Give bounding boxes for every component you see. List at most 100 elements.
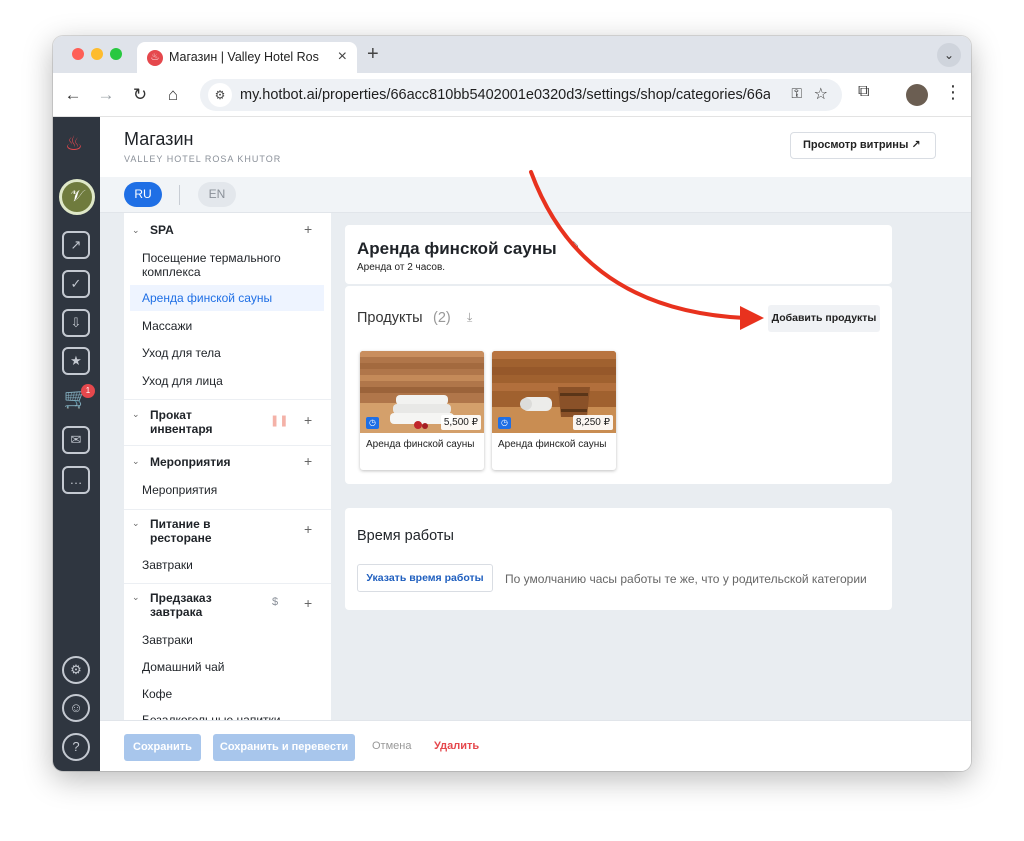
key-icon[interactable]: ⚿ xyxy=(791,85,802,102)
new-tab-button[interactable]: + xyxy=(367,43,379,66)
delete-button[interactable]: Удалить xyxy=(434,740,479,752)
sidebar-item[interactable]: Завтраки xyxy=(130,558,324,572)
lang-ru-tab[interactable]: RU xyxy=(124,182,162,207)
divider xyxy=(124,583,331,584)
hours-default-note: По умолчанию часы работы те же, что у ро… xyxy=(505,572,867,586)
clock-icon: ◷ xyxy=(366,417,379,429)
site-settings-icon[interactable]: ⚙ xyxy=(208,83,232,107)
cart-badge: 1 xyxy=(81,384,95,398)
add-subcategory-icon[interactable]: + xyxy=(304,412,312,428)
chevron-down-icon[interactable]: ⌄ xyxy=(132,409,140,420)
language-bar: RU EN xyxy=(100,177,971,213)
settings-gear-icon[interactable]: ⚙ xyxy=(62,656,90,684)
tab-close-button[interactable]: × xyxy=(338,48,347,66)
lang-divider xyxy=(179,185,180,205)
sidebar-item[interactable]: Кофе xyxy=(130,687,324,701)
chevron-down-icon[interactable]: ⌄ xyxy=(132,518,140,529)
add-subcategory-icon[interactable]: + xyxy=(304,453,312,469)
product-name: Аренда финской сауны xyxy=(366,439,475,450)
divider xyxy=(124,445,331,446)
add-subcategory-icon[interactable]: + xyxy=(304,221,312,237)
inbox-icon[interactable]: ⇩ xyxy=(62,309,90,337)
reload-icon[interactable]: ↻ xyxy=(128,83,152,107)
pause-icon[interactable]: ❚❚ xyxy=(270,414,288,427)
tab-title: Магазин | Valley Hotel Rosa K xyxy=(169,50,319,64)
category-title[interactable]: Питание в ресторане xyxy=(150,517,240,545)
chevron-down-icon[interactable]: ⌄ xyxy=(132,225,140,236)
property-avatar[interactable]: 𝒱 xyxy=(59,179,95,215)
home-icon[interactable]: ⌂ xyxy=(161,83,185,107)
chevron-down-icon[interactable]: ⌄ xyxy=(937,43,961,67)
sidebar-item[interactable]: Уход для лица xyxy=(130,374,324,388)
add-subcategory-icon[interactable]: + xyxy=(304,595,312,611)
profile-avatar[interactable] xyxy=(906,84,928,106)
tasks-check-icon[interactable]: ✓ xyxy=(62,270,90,298)
forward-arrow-icon[interactable]: → xyxy=(94,83,118,107)
analytics-icon[interactable]: ↗ xyxy=(62,231,90,259)
star-box-icon[interactable]: ★ xyxy=(62,347,90,375)
hotbot-logo-icon[interactable]: ♨ xyxy=(65,131,83,156)
page-subtitle: VALLEY HOTEL ROSA KHUTOR xyxy=(124,154,282,164)
product-card[interactable]: ◷ 5,500 ₽ Аренда финской сауны xyxy=(360,351,484,470)
divider xyxy=(124,509,331,510)
browser-window: ♨ Магазин | Valley Hotel Rosa K × + ⌄ ← … xyxy=(53,36,971,771)
products-heading: Продукты xyxy=(357,310,423,326)
category-header-card: Аренда финской сауны ✎ Аренда от 2 часов… xyxy=(345,225,892,284)
save-button[interactable]: Сохранить xyxy=(124,734,201,761)
products-card: Продукты (2) ⤓ Добавить продукты ◷ 5,500… xyxy=(345,286,892,484)
more-vertical-icon[interactable]: ⋮ xyxy=(944,82,962,103)
left-rail: ♨ 𝒱 ↗ ✓ ⇩ ★ 🛒 1 ✉ … ⚙ ☺ ? xyxy=(53,117,100,771)
sidebar-item[interactable]: Уход для тела xyxy=(130,346,324,360)
download-icon[interactable]: ⤓ xyxy=(467,310,472,325)
app: ♨ 𝒱 ↗ ✓ ⇩ ★ 🛒 1 ✉ … ⚙ ☺ ? Магазин VALLEY… xyxy=(53,117,971,771)
minimize-window-button[interactable] xyxy=(91,48,103,60)
category-title[interactable]: Предзаказ завтрака xyxy=(150,591,240,619)
mail-icon[interactable]: ✉ xyxy=(62,426,90,454)
category-description: Аренда от 2 часов. xyxy=(357,262,446,273)
address-bar[interactable]: ⚙ my.hotbot.ai/properties/66acc810bb5402… xyxy=(200,79,842,111)
page-header: Магазин VALLEY HOTEL ROSA KHUTOR Просмот… xyxy=(100,117,971,177)
category-title-heading: Аренда финской сауны xyxy=(357,239,557,258)
sidebar-item[interactable]: Посещение термального комплекса xyxy=(130,251,300,279)
product-price: 8,250 ₽ xyxy=(572,415,613,430)
category-title[interactable]: SPA xyxy=(150,223,174,237)
browser-toolbar: ← → ↻ ⌂ ⚙ my.hotbot.ai/properties/66acc8… xyxy=(53,73,971,117)
sidebar-item-active[interactable]: Аренда финской сауны xyxy=(130,285,324,311)
user-icon[interactable]: ☺ xyxy=(62,694,90,722)
page-title: Магазин xyxy=(124,129,194,149)
maximize-window-button[interactable] xyxy=(110,48,122,60)
lang-en-tab[interactable]: EN xyxy=(198,182,236,207)
extensions-icon[interactable]: ⧉ xyxy=(858,83,869,101)
save-and-translate-button[interactable]: Сохранить и перевести xyxy=(213,734,355,761)
browser-tab[interactable]: ♨ Магазин | Valley Hotel Rosa K × xyxy=(137,42,357,73)
chevron-down-icon[interactable]: ⌄ xyxy=(132,456,140,467)
chevron-down-icon[interactable]: ⌄ xyxy=(132,592,140,603)
close-window-button[interactable] xyxy=(72,48,84,60)
set-hours-button[interactable]: Указать время работы xyxy=(357,564,493,592)
sidebar-item[interactable]: Домашний чай xyxy=(130,660,324,674)
flame-icon: ♨ xyxy=(147,50,163,66)
help-icon[interactable]: ? xyxy=(62,733,90,761)
product-card[interactable]: ◷ 8,250 ₽ Аренда финской сауны xyxy=(492,351,616,470)
add-subcategory-icon[interactable]: + xyxy=(304,521,312,537)
add-products-button[interactable]: Добавить продукты xyxy=(768,305,880,332)
sidebar-item[interactable]: Завтраки xyxy=(130,633,324,647)
action-footer: Сохранить Сохранить и перевести Отмена У… xyxy=(100,720,971,771)
pencil-edit-icon[interactable]: ✎ xyxy=(570,239,580,253)
view-storefront-button[interactable]: Просмотр витрины ↗ xyxy=(790,132,936,159)
sidebar-item[interactable]: Мероприятия xyxy=(130,483,324,497)
category-sidebar: ⌄ SPA + Посещение термального комплекса … xyxy=(124,213,331,721)
paid-dollar-icon[interactable]: $ xyxy=(272,596,278,608)
product-price: 5,500 ₽ xyxy=(440,415,481,430)
sidebar-item[interactable]: Массажи xyxy=(130,319,324,333)
tab-strip: ♨ Магазин | Valley Hotel Rosa K × + ⌄ xyxy=(53,36,971,73)
back-arrow-icon[interactable]: ← xyxy=(61,83,85,107)
category-title[interactable]: Мероприятия xyxy=(150,455,231,469)
cancel-button[interactable]: Отмена xyxy=(372,740,411,752)
star-icon[interactable]: ☆ xyxy=(814,84,828,104)
url-text[interactable]: my.hotbot.ai/properties/66acc810bb540200… xyxy=(240,87,770,103)
working-hours-heading: Время работы xyxy=(357,528,454,544)
product-name: Аренда финской сауны xyxy=(498,439,607,450)
chat-icon[interactable]: … xyxy=(62,466,90,494)
category-title[interactable]: Прокат инвентаря xyxy=(150,408,240,436)
